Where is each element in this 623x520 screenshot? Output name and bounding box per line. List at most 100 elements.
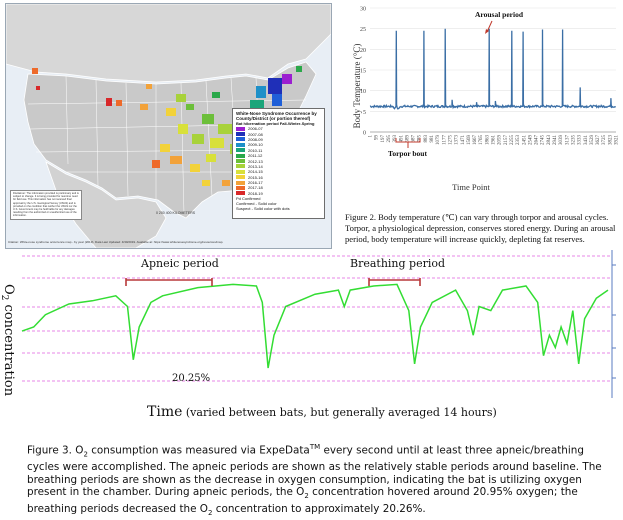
o2-y-label-main: O xyxy=(1,284,16,295)
map-legend-label: 2009-10 xyxy=(248,142,263,148)
temp-x-tick-label: 197 xyxy=(381,135,386,143)
temp-x-tick-label: 2059 xyxy=(498,135,503,146)
temp-x-tick-label: 883 xyxy=(424,135,429,143)
map-legend-swatch xyxy=(236,185,245,190)
temp-x-tick-label: 295 xyxy=(387,135,392,143)
o2-x-label-main: Time xyxy=(147,404,182,420)
breathing-period-annotation: Breathing period xyxy=(350,257,445,270)
map-legend-suspect: Suspect - Solid color with dots xyxy=(236,206,290,212)
fig3-caption-sup1: TM xyxy=(309,443,321,451)
temp-x-tick-label: 3333 xyxy=(578,135,583,146)
temp-x-tick-label: 1471 xyxy=(461,135,466,146)
fig3-caption-p1: Figure 3. O xyxy=(27,444,84,457)
temp-x-tick-label: 3039 xyxy=(559,135,564,146)
fig3-caption-p2: consumption was measured via ExpeData xyxy=(87,444,310,457)
o2-guide-lines xyxy=(22,255,612,382)
temp-x-tick-label: 1863 xyxy=(485,135,490,146)
o2-y-label: O2 concentration xyxy=(0,284,16,397)
temp-x-tick-label: 2549 xyxy=(528,135,533,146)
map-legend-label: 2006-07 xyxy=(248,126,263,132)
temp-x-tick-label: 1079 xyxy=(436,135,441,146)
temp-y-tick-label: 30 xyxy=(360,7,366,13)
temp-x-tick-label: 3627 xyxy=(596,135,601,146)
temp-x-tick-label: 2843 xyxy=(547,135,552,146)
figure-3-caption: Figure 3. O2 consumption was measured vi… xyxy=(27,441,617,520)
temp-y-tick-label: 25 xyxy=(360,27,366,33)
map-legend-swatch xyxy=(236,164,245,169)
temp-x-tick-label: 2745 xyxy=(541,135,546,146)
temp-x-tick-label: 3725 xyxy=(602,135,607,146)
map-legend: White-Nose Syndrome Occurrence by County… xyxy=(232,108,325,219)
map-legend-swatch xyxy=(236,137,245,142)
o2-x-label-rest: (varied between bats, but generally aver… xyxy=(182,406,496,419)
map-legend-swatch xyxy=(236,148,245,153)
map-legend-swatch xyxy=(236,126,245,131)
torpor-bout-annotation: Torpor bout xyxy=(388,149,427,158)
temp-x-tick-label: 3235 xyxy=(571,135,576,146)
apneic-period-annotation: Apneic period xyxy=(140,257,219,270)
temp-series-line xyxy=(369,28,617,110)
temp-chart-x-ticks: 1 99 197 295 393 491 589 687 785 883 981 1079 1177 12… xyxy=(369,135,620,146)
temp-x-tick-label: 3921 xyxy=(615,135,620,146)
map-legend-label: 2007-08 xyxy=(248,131,263,137)
map-legend-label: 2010-11 xyxy=(248,147,263,153)
fig3-caption-p5: concentration to approximately 20.26%. xyxy=(212,503,426,515)
map-citation: Citation: White-nose syndrome occurrence… xyxy=(8,240,224,244)
map-legend-swatch xyxy=(236,159,245,164)
temp-x-tick-label: 3529 xyxy=(590,135,595,146)
o2-minimum-annotation: 20.25% xyxy=(172,373,210,384)
map-legend-swatch xyxy=(236,153,245,158)
temp-y-tick-label: 5 xyxy=(363,110,366,116)
temp-x-tick-label: 1765 xyxy=(479,135,484,146)
temp-x-tick-label: 1961 xyxy=(492,135,497,146)
figure-2-caption: Figure 2. Body temperature (℃) can vary … xyxy=(345,212,616,244)
temp-chart-grid xyxy=(370,7,616,133)
map-disclaimer: Disclaimer: The information provided is … xyxy=(10,190,82,220)
o2-series-line xyxy=(21,283,609,369)
apneic-period-bracket xyxy=(125,278,213,286)
temp-chart-y-label: Body Temperature (°C) xyxy=(352,44,362,129)
map-legend-title: White-Nose Syndrome Occurrence by County… xyxy=(236,111,317,121)
temp-x-tick-label: 99 xyxy=(375,135,380,141)
map-legend-label: 2017-18 xyxy=(248,185,263,191)
map-legend-label: 2011-12 xyxy=(248,153,263,159)
temp-x-tick-label: 2353 xyxy=(516,135,521,146)
temp-x-tick-label: 1373 xyxy=(455,135,460,146)
map-legend-swatch xyxy=(236,132,245,137)
temp-x-tick-label: 1177 xyxy=(442,135,447,145)
o2-x-label: Time (varied between bats, but generally… xyxy=(147,404,497,420)
map-legend-label: 2016-17 xyxy=(248,180,263,186)
map-legend-label: 2014-15 xyxy=(248,169,263,175)
arousal-period-annotation: Arousal period xyxy=(475,10,524,19)
map-legend-label: 2015-16 xyxy=(248,174,263,180)
map-scale-bar: 0 200 400 KILOMETERS xyxy=(156,211,196,215)
temp-x-tick-label: 2255 xyxy=(510,135,515,146)
temp-x-tick-label: 2451 xyxy=(522,135,527,146)
map-legend-label: 2008-09 xyxy=(248,136,263,142)
temp-x-tick-label: 3431 xyxy=(584,135,589,146)
map-legend-swatch xyxy=(236,169,245,174)
map-legend-swatch xyxy=(236,175,245,180)
temp-chart-x-label: Time Point xyxy=(452,182,490,192)
o2-concentration-chart: Apneic period Breathing period 20.25% O2… xyxy=(0,250,616,420)
map-legend-rows: 2006-07 2007-08 2008-09 2009-10 2010-11 2011-… xyxy=(236,126,321,196)
temp-x-tick-label: 2647 xyxy=(535,135,540,146)
temp-y-tick-label: 0 xyxy=(363,131,366,137)
temp-x-tick-label: 2941 xyxy=(553,135,558,146)
wns-map: White-Nose Syndrome Occurrence by County… xyxy=(5,3,332,249)
map-legend-swatch xyxy=(236,180,245,185)
o2-right-axis-ticks xyxy=(612,264,616,379)
body-temperature-chart: 051015202530 1 99 197 295 393 491 589 687 785 883… xyxy=(352,7,620,193)
temp-x-tick-label: 3137 xyxy=(565,135,570,146)
temp-x-tick-label: 687 xyxy=(412,135,417,143)
temp-x-tick-label: 1569 xyxy=(467,135,472,146)
o2-y-label-rest: concentration xyxy=(1,300,16,396)
temp-x-tick-label: 981 xyxy=(430,135,435,143)
map-legend-label: 2012-13 xyxy=(248,158,263,164)
temp-x-tick-label: 2157 xyxy=(504,135,509,146)
temp-x-tick-label: 1275 xyxy=(448,135,453,146)
map-legend-swatch xyxy=(236,191,245,196)
map-legend-label: 2013-14 xyxy=(248,163,263,169)
temp-x-tick-label: 3823 xyxy=(608,135,613,146)
map-legend-swatch xyxy=(236,142,245,147)
